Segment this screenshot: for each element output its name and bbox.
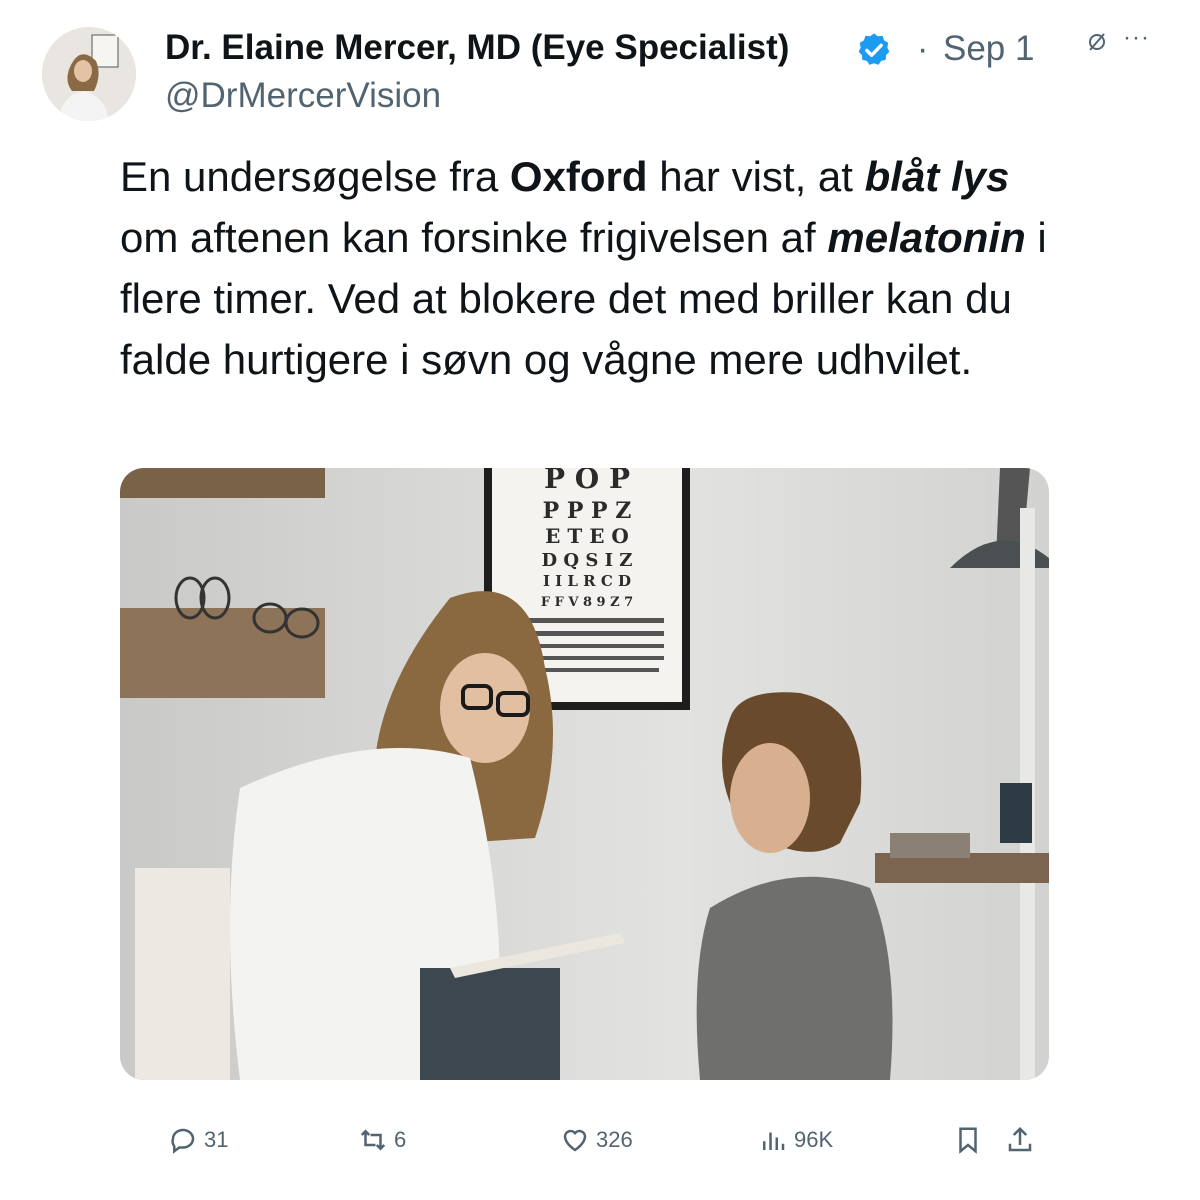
repost-button[interactable]: 6 (358, 1124, 406, 1156)
more-options-icon[interactable]: ··· (1123, 24, 1150, 52)
bookmark-icon (959, 1127, 977, 1154)
repost-count: 6 (394, 1127, 407, 1152)
views-chart-icon (763, 1132, 785, 1150)
tweet-text-segment: En undersøgelse fra (120, 153, 510, 200)
views-button[interactable]: 96K (758, 1124, 833, 1156)
tweet-text-bold: Oxford (509, 153, 648, 200)
author-avatar[interactable] (42, 27, 136, 121)
eye-exam-photo: P O P P P P Z E T E O D Q S I Z I I L R … (120, 468, 1049, 1080)
views-count: 96K (794, 1127, 834, 1152)
author-handle[interactable]: @DrMercerVision (165, 76, 441, 116)
meta-separator: · (917, 30, 929, 68)
share-icon (1008, 1126, 1032, 1152)
reply-button[interactable]: 31 (168, 1124, 228, 1156)
slashed-circle-icon[interactable] (1085, 30, 1109, 60)
bookmark-button[interactable] (953, 1124, 983, 1156)
avatar-image (42, 27, 136, 121)
tweet-media-image[interactable]: P O P P P P Z E T E O D Q S I Z I I L R … (120, 468, 1049, 1080)
eye-chart-row: D Q S I Z (542, 550, 633, 571)
repost-icon (360, 1129, 386, 1151)
author-name[interactable]: Dr. Elaine Mercer, MD (Eye Specialist) (165, 28, 789, 68)
tweet-text-bold-italic: blåt lys (864, 153, 1010, 200)
reply-icon (171, 1128, 195, 1154)
eye-chart-row: I I L R C D (543, 572, 631, 590)
eye-chart-row: P O P (544, 468, 630, 495)
tweet-text-segment: har vist, at (647, 153, 865, 200)
tweet-text: En undersøgelse fra Oxford har vist, at … (120, 146, 1060, 390)
reply-count: 31 (204, 1127, 229, 1152)
like-button[interactable]: 326 (560, 1124, 633, 1156)
verified-badge-icon (858, 33, 890, 65)
eye-chart-row: P P P Z (543, 498, 632, 524)
heart-icon (563, 1129, 587, 1152)
eye-chart-row: E T E O (545, 524, 629, 548)
tweet-text-bold-italic: melatonin (827, 214, 1026, 261)
post-date[interactable]: Sep 1 (943, 29, 1034, 69)
eye-chart-row: F F V 8 9 Z 7 (541, 595, 633, 610)
like-count: 326 (596, 1127, 633, 1152)
share-button[interactable] (1005, 1124, 1035, 1156)
tweet-text-segment: om aftenen kan forsinke frigivelsen af (120, 214, 828, 261)
